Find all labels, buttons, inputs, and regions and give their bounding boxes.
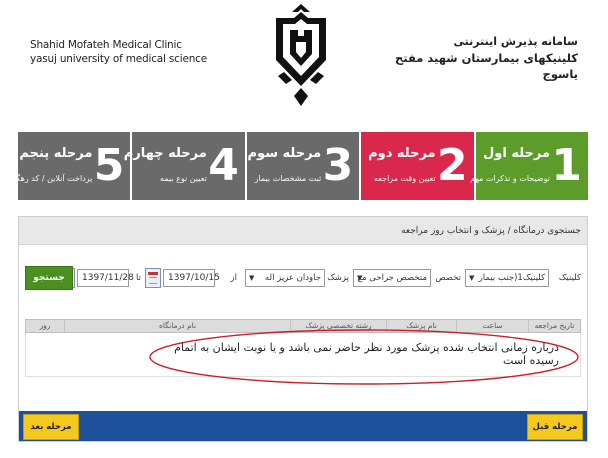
step-3-title: مرحله سوم [247, 146, 322, 161]
step-1-number: 1 [551, 140, 583, 191]
step-1-title: مرحله اول [482, 146, 551, 161]
specialty-select[interactable]: متخصص جراحی مغ ▼ [353, 269, 431, 287]
university-emblem-icon [276, 4, 326, 106]
previous-step-button[interactable]: مرحله قبل [527, 414, 583, 440]
from-label: از [230, 273, 237, 283]
chevron-down-icon: ▼ [249, 274, 255, 282]
to-label: تا [136, 273, 141, 283]
wizard-footer: مرحله قبل مرحله بعد [19, 411, 587, 441]
no-availability-message: درباره زمانی انتخاب شده پزشک مورد نظر حا… [174, 341, 559, 367]
step-2-desc: تعیین وقت مراجعه [373, 174, 436, 183]
clinic-name-english: Shahid Mofateh Medical Clinic yasuj univ… [30, 38, 208, 66]
chevron-down-icon: ▼ [357, 274, 363, 282]
search-panel: جستجوی درمانگاه / پزشک و انتخاب روز مراج… [18, 216, 588, 442]
step-3-number: 3 [322, 140, 354, 191]
calendar-icon[interactable] [145, 268, 161, 288]
from-date-input[interactable]: 1397/10/15 [163, 269, 220, 287]
search-button[interactable]: جستجو [25, 266, 73, 290]
step-4-number: 4 [208, 140, 239, 191]
step-4-desc: تعیین نوع بیمه [160, 174, 207, 183]
clinic-name-en-line1: Shahid Mofateh Medical Clinic [30, 39, 182, 51]
step-2-active: 2 مرحله دوم تعیین وقت مراجعه [361, 132, 474, 200]
step-4: 4 مرحله چهارم تعیین نوع بیمه [124, 132, 245, 200]
step-2-number: 2 [437, 140, 468, 191]
doctor-label: پزشک [327, 273, 349, 283]
specialty-label: تخصص [435, 273, 461, 283]
breadcrumb: جستجوی درمانگاه / پزشک و انتخاب روز مراج… [19, 217, 587, 245]
step-4-title: مرحله چهارم [123, 146, 207, 161]
clinic-label: کلینیک [558, 273, 581, 283]
next-step-button[interactable]: مرحله بعد [23, 414, 79, 440]
step-5-desc: پرداخت آنلاین / کد رهگیری [3, 174, 93, 183]
step-5-title: مرحله پنجم [19, 146, 93, 161]
system-title: سامانه پذیرش اینترنتی [453, 35, 578, 48]
to-date-input[interactable]: 1397/11/28 [77, 269, 134, 287]
chevron-down-icon: ▼ [469, 274, 475, 282]
clinic-name-en-line2: yasuj university of medical science [30, 53, 208, 65]
step-2-title: مرحله دوم [368, 146, 436, 161]
column-header: روز [39, 321, 51, 330]
step-5-number: 5 [93, 140, 125, 191]
search-filters: کلینیک کلینیک1(جنب بیمار ▼ تخصص متخصص جر… [19, 265, 587, 291]
wizard-steps: 5 مرحله پنجم پرداخت آنلاین / کد رهگیری 4… [3, 132, 589, 200]
step-3-desc: ثبت مشخصات بیمار [254, 174, 322, 183]
clinic-name-persian: سامانه پذیرش اینترنتی کلینیکهای بیمارستا… [388, 34, 578, 82]
clinic-name-fa: کلینیکهای بیمارستان شهید مفتح یاسوج [394, 51, 578, 81]
step-1: 1 مرحله اول توضیحات و تذکرات مهم [470, 132, 589, 200]
doctor-select[interactable]: جاودان عزیز اله ▼ [245, 269, 325, 287]
specialty-select-value: متخصص جراحی مغ [357, 273, 427, 283]
clinic-select-value: کلینیک1(جنب بیمار [478, 273, 545, 283]
doctor-select-value: جاودان عزیز اله [264, 273, 321, 283]
page-header: Shahid Mofateh Medical Clinic yasuj univ… [0, 0, 608, 128]
clinic-select[interactable]: کلینیک1(جنب بیمار ▼ [465, 269, 549, 287]
step-3: 3 مرحله سوم ثبت مشخصات بیمار [246, 132, 360, 200]
step-5: 5 مرحله پنجم پرداخت آنلاین / کد رهگیری [3, 132, 131, 200]
step-1-desc: توضیحات و تذکرات مهم [470, 174, 551, 183]
